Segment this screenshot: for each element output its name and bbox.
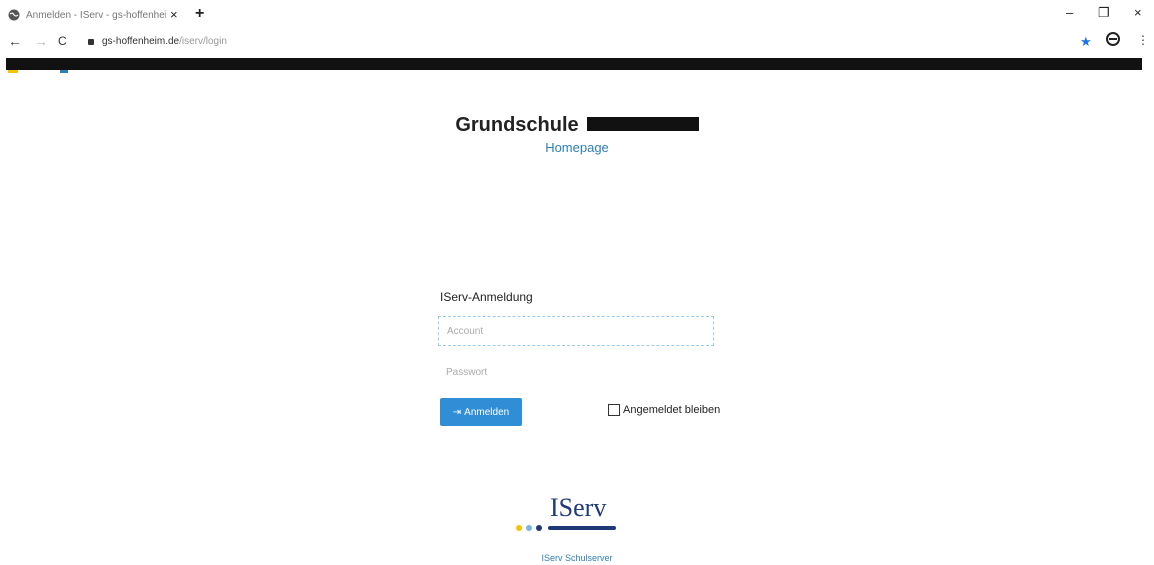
login-icon: ⇥ (452, 406, 462, 418)
footer-caption: IServ Schulserver (541, 553, 613, 563)
redacted-school-name (586, 116, 699, 131)
bookmark-hint-icon (8, 70, 18, 73)
logo-dot-yellow (516, 525, 522, 531)
logo-underline (548, 526, 616, 530)
minimize-button[interactable]: – (1066, 5, 1073, 20)
login-heading: IServ-Anmeldung (440, 290, 533, 304)
redaction-bar (6, 58, 1142, 70)
reload-button[interactable]: C (58, 34, 67, 48)
profile-icon[interactable] (1106, 32, 1120, 46)
forward-button[interactable]: → (34, 33, 48, 49)
logo-dot-lightblue (526, 525, 532, 531)
lock-icon (88, 38, 94, 45)
iserv-logo: IServ (512, 493, 622, 537)
username-input[interactable] (438, 316, 714, 346)
remember-me-label: Angemeldet bleiben (623, 404, 721, 416)
url-path: /iserv/login (179, 36, 227, 47)
browser-address-bar: ← → C gs-hoffenheim.de/iserv/login ★ ⋮ (0, 30, 1154, 54)
homepage-link[interactable]: Homepage (0, 140, 1154, 155)
remember-me-checkbox[interactable]: Angemeldet bleiben (608, 404, 720, 416)
browser-tabbar: Anmelden - IServ - gs-hoffenheim × + – ❐… (0, 0, 1154, 30)
password-input[interactable] (438, 358, 714, 386)
login-button[interactable]: ⇥ Anmelden (440, 398, 522, 426)
logo-dot-navy (536, 525, 542, 531)
checkbox-icon[interactable] (608, 404, 620, 416)
url-field[interactable]: gs-hoffenheim.de/iserv/login (88, 36, 227, 47)
close-window-button[interactable]: × (1134, 5, 1142, 20)
school-title-text: Grundschule (455, 114, 579, 136)
maximize-button[interactable]: ❐ (1098, 5, 1110, 21)
bookmark-star-icon[interactable]: ★ (1080, 34, 1092, 50)
bookmark-hint-icon (60, 70, 68, 73)
back-button[interactable]: ← (8, 33, 22, 49)
url-host: gs-hoffenheim.de (102, 36, 180, 47)
logo-text: IServ (550, 493, 607, 522)
browser-tab[interactable]: Anmelden - IServ - gs-hoffenheim × (8, 6, 188, 24)
school-title: Grundschule (0, 114, 1154, 137)
globe-icon (8, 9, 20, 21)
tab-close-icon[interactable]: × (170, 7, 178, 22)
tab-title: Anmelden - IServ - gs-hoffenheim (26, 9, 166, 21)
new-tab-button[interactable]: + (195, 5, 204, 23)
login-button-label: Anmelden (464, 406, 510, 418)
menu-icon[interactable]: ⋮ (1137, 33, 1149, 47)
